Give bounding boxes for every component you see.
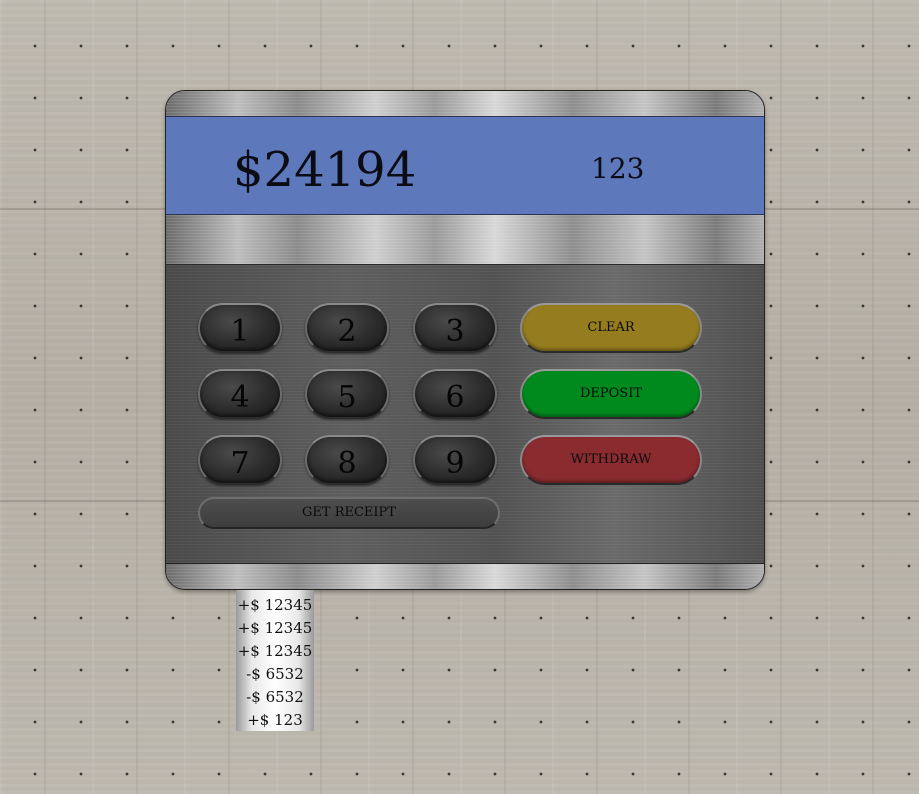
atm-mid-trim	[166, 215, 764, 265]
key-label: 6	[445, 380, 465, 415]
key-label: 5	[337, 380, 357, 415]
key-9[interactable]: 9	[413, 435, 497, 485]
key-label: 9	[445, 446, 465, 481]
clear-button[interactable]: CLEAR	[520, 303, 702, 353]
keypad-panel: 1 2 3 4 5 6 7 8 9 CLEAR DEPOSIT WITHDRAW…	[166, 265, 764, 564]
key-7[interactable]: 7	[198, 435, 282, 485]
key-6[interactable]: 6	[413, 369, 497, 419]
key-label: 8	[337, 446, 357, 481]
receipt-line: +$ 123	[247, 711, 303, 729]
receipt-line: +$ 12345	[237, 642, 313, 660]
key-label: 3	[445, 314, 465, 349]
key-label: 2	[337, 314, 357, 349]
key-3[interactable]: 3	[413, 303, 497, 353]
atm-screen: $24194 123	[166, 116, 764, 215]
receipt-line: +$ 12345	[237, 619, 313, 637]
key-1[interactable]: 1	[198, 303, 282, 353]
receipt-line: +$ 12345	[237, 596, 313, 614]
key-label: 1	[230, 314, 250, 349]
receipt-paper: +$ 12345 +$ 12345 +$ 12345 -$ 6532 -$ 65…	[236, 590, 314, 731]
receipt-line: -$ 6532	[246, 665, 304, 683]
atm-machine: $24194 123 1 2 3 4 5 6 7 8 9 CLEAR DEPOS…	[165, 90, 765, 590]
key-label: 4	[230, 380, 250, 415]
entry-display: 123	[591, 152, 645, 185]
key-label: 7	[230, 446, 250, 481]
get-receipt-button[interactable]: GET RECEIPT	[198, 497, 500, 529]
key-8[interactable]: 8	[305, 435, 389, 485]
key-4[interactable]: 4	[198, 369, 282, 419]
atm-receipt-slot	[166, 564, 764, 589]
key-2[interactable]: 2	[305, 303, 389, 353]
key-5[interactable]: 5	[305, 369, 389, 419]
deposit-button[interactable]: DEPOSIT	[520, 369, 702, 419]
balance-display: $24194	[233, 142, 417, 198]
withdraw-button[interactable]: WITHDRAW	[520, 435, 702, 485]
receipt-line: -$ 6532	[246, 688, 304, 706]
atm-top-trim	[166, 91, 764, 116]
